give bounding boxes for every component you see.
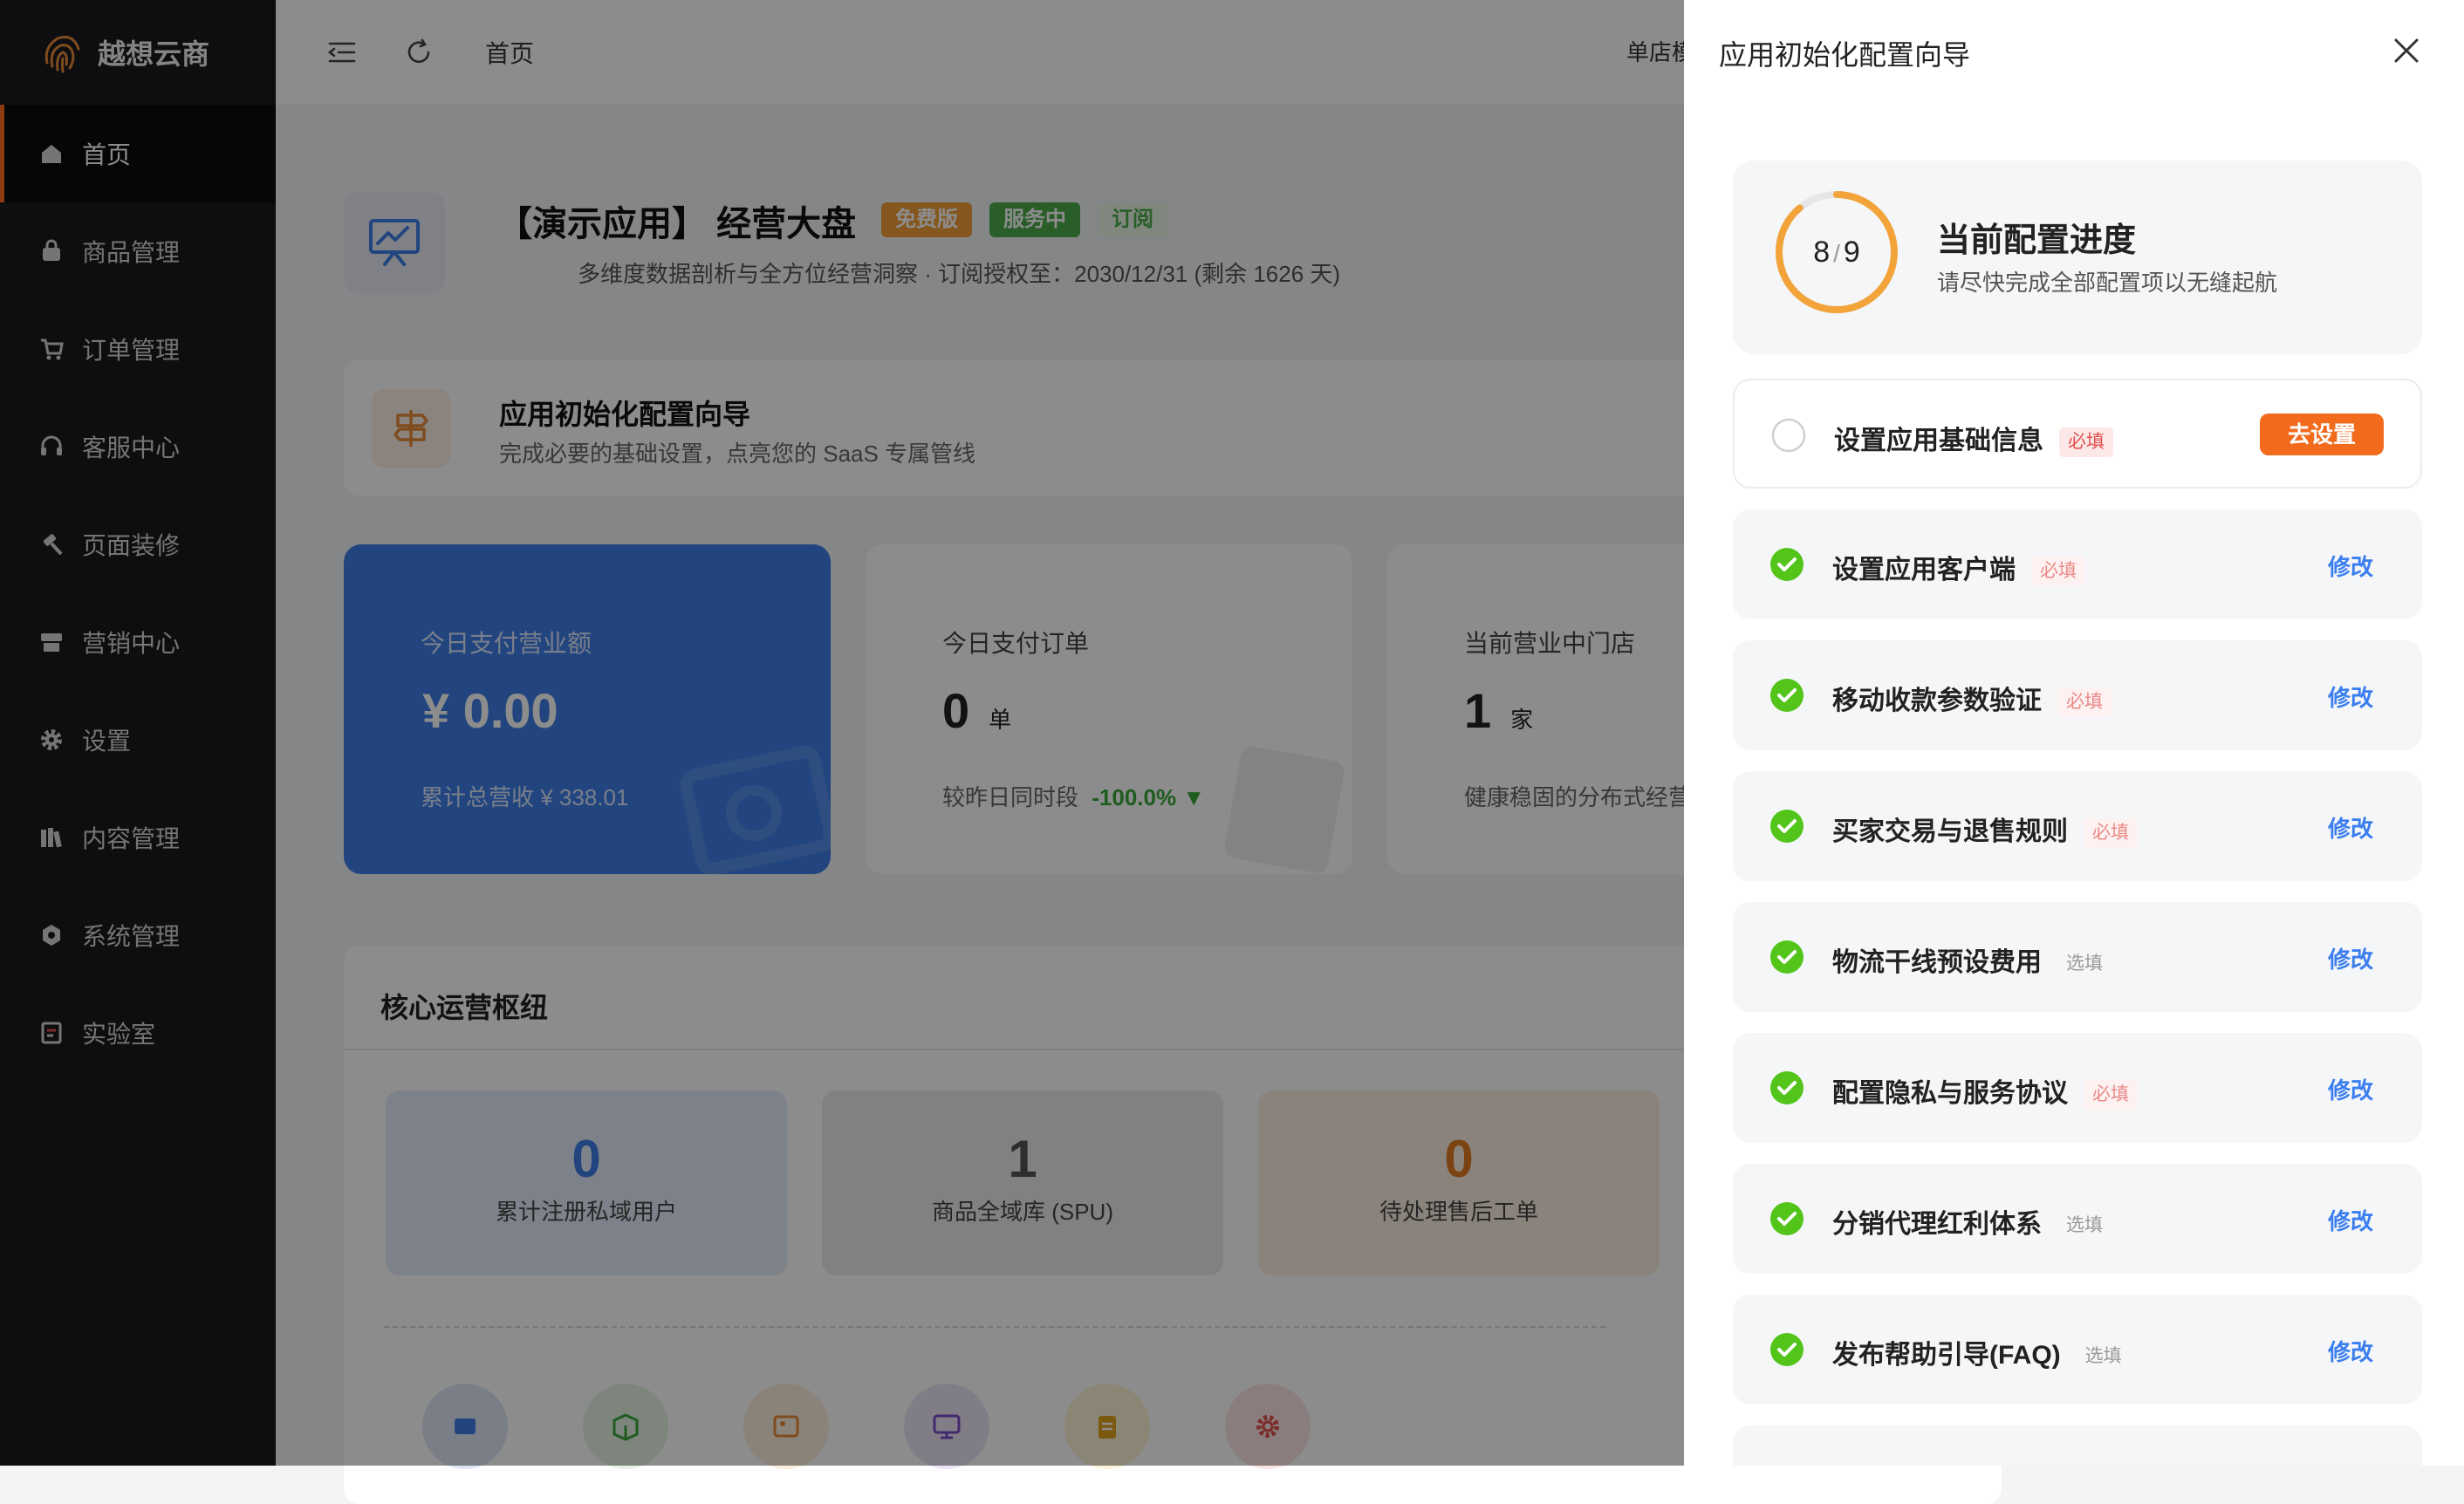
check-circle-icon	[1770, 1202, 1804, 1235]
edit-link[interactable]: 修改	[2328, 1204, 2373, 1236]
check-circle-icon	[1770, 548, 1804, 581]
drawer-title: 应用初始化配置向导	[1719, 39, 1971, 71]
config-step: 发布帮助引导(FAQ) 选填 修改	[1733, 1295, 2422, 1405]
edit-link[interactable]: 修改	[2328, 1335, 2373, 1367]
setup-wizard-drawer: 应用初始化配置向导 8/9 当前配置进度 请尽快完成全部配置项以无缝起航 设置应…	[1684, 0, 2464, 1466]
check-circle-icon	[1770, 940, 1804, 974]
step-badge: 选填	[2066, 1215, 2103, 1236]
step-name: 设置应用基础信息 必填	[1834, 419, 2113, 458]
step-badge: 必填	[2031, 557, 2085, 587]
step-name: 买家交易与退售规则 必填	[1832, 810, 2138, 849]
config-step: 买家交易与退售规则 必填 修改	[1733, 771, 2422, 881]
step-badge: 必填	[2084, 1080, 2138, 1111]
step-badge: 必填	[2059, 427, 2113, 458]
progress-title: 当前配置进度	[1937, 222, 2137, 259]
step-badge: 必填	[2057, 687, 2112, 718]
config-step: 配置隐私与服务协议 必填 修改	[1733, 1033, 2422, 1143]
check-circle-icon	[1770, 810, 1804, 843]
step-badge: 必填	[2084, 818, 2138, 849]
step-name: 配置隐私与服务协议 必填	[1832, 1071, 2138, 1111]
config-step: 移动收款参数验证 必填 修改	[1733, 640, 2422, 750]
progress-subtitle: 请尽快完成全部配置项以无缝起航	[1937, 270, 2278, 296]
edit-link[interactable]: 修改	[2328, 1073, 2373, 1105]
check-circle-icon	[1770, 679, 1804, 712]
step-badge: 选填	[2084, 1346, 2122, 1367]
config-step: 设置应用基础信息 必填 去设置	[1733, 379, 2422, 489]
empty-circle-icon	[1771, 418, 1806, 453]
progress-card: 8/9 当前配置进度 请尽快完成全部配置项以无缝起航	[1733, 161, 2422, 354]
progress-count: 8/9	[1813, 236, 1860, 269]
edit-link[interactable]: 修改	[2328, 680, 2373, 713]
close-icon[interactable]	[2389, 33, 2424, 68]
step-name: 设置应用客户端 必填	[1832, 548, 2085, 587]
step-name: 发布帮助引导(FAQ) 选填	[1832, 1333, 2131, 1371]
config-step-partial	[1733, 1425, 2422, 1466]
config-step: 物流干线预设费用 选填 修改	[1733, 902, 2422, 1012]
setup-button[interactable]: 去设置	[2259, 414, 2384, 455]
modal-overlay[interactable]	[0, 0, 1684, 1466]
step-badge: 选填	[2066, 954, 2103, 974]
step-name: 物流干线预设费用 选填	[1832, 940, 2112, 979]
edit-link[interactable]: 修改	[2328, 811, 2373, 844]
check-circle-icon	[1770, 1071, 1804, 1104]
config-step: 设置应用客户端 必填 修改	[1733, 509, 2422, 619]
step-name: 分销代理红利体系 选填	[1832, 1202, 2112, 1241]
edit-link[interactable]: 修改	[2328, 550, 2373, 582]
edit-link[interactable]: 修改	[2328, 942, 2373, 974]
config-step: 分销代理红利体系 选填 修改	[1733, 1164, 2422, 1274]
check-circle-icon	[1770, 1333, 1804, 1366]
step-name: 移动收款参数验证 必填	[1832, 679, 2112, 718]
